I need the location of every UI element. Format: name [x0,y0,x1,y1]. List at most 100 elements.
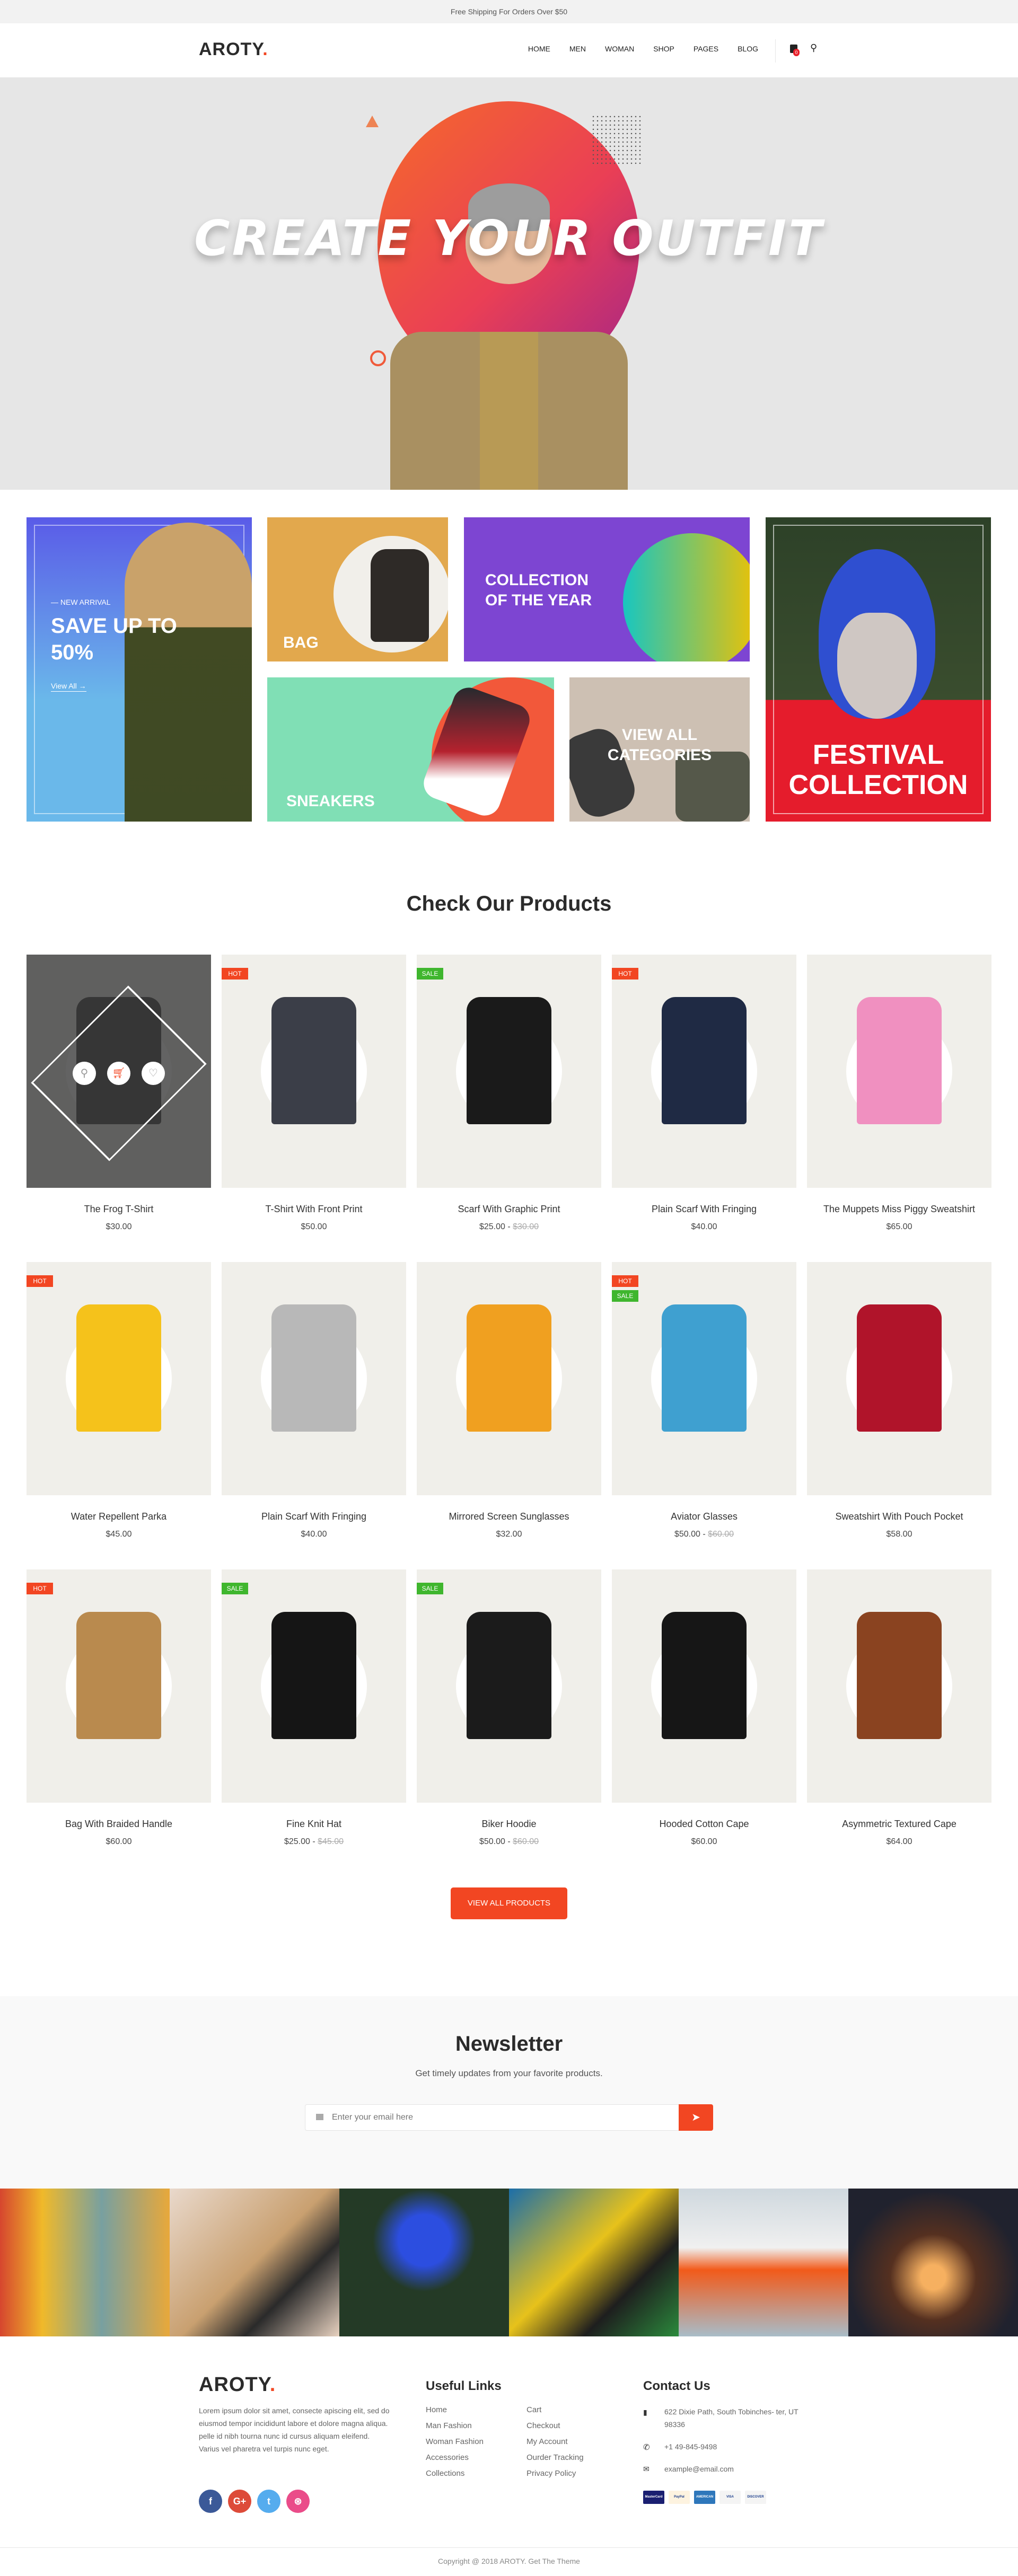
product-name[interactable]: Aviator Glasses [612,1511,796,1522]
social-links: f G+ t ⊛ [199,2490,310,2513]
footer-link[interactable]: My Account [526,2437,584,2453]
product-image[interactable]: HOT [222,955,406,1188]
product-image[interactable]: HOT [27,1569,211,1803]
banner-sneakers[interactable]: SNEAKERS [267,677,554,822]
product-name[interactable]: Fine Knit Hat [222,1819,406,1830]
product-image[interactable] [807,1262,991,1495]
banner-festival[interactable]: FESTIVAL COLLECTION [766,517,991,822]
product-photo [271,997,356,1124]
twitter-icon[interactable]: t [257,2490,280,2513]
cart-count-badge: 0 [793,49,800,56]
product-card[interactable]: HOT Water Repellent Parka $45.00 [27,1262,211,1539]
logo[interactable]: AROTY. [199,39,268,60]
contact-phone: +1 49-845-9498 [664,2442,717,2451]
product-card[interactable]: Mirrored Screen Sunglasses $32.00 [417,1262,601,1539]
product-card[interactable]: ⚲ 🛒︎ ♡ The Frog T-Shirt $30.00 [27,955,211,1232]
footer-link[interactable]: Accessories [426,2453,484,2469]
product-card[interactable]: Plain Scarf With Fringing $40.00 [222,1262,406,1539]
banner-categories[interactable]: VIEW ALL CATEGORIES [569,677,750,822]
product-name[interactable]: Plain Scarf With Fringing [612,1204,796,1215]
product-image[interactable] [612,1569,796,1803]
insta-image[interactable] [0,2189,170,2336]
email-input[interactable] [332,2105,650,2130]
product-card[interactable]: HOT T-Shirt With Front Print $50.00 [222,955,406,1232]
product-image[interactable]: HOT SALE [612,1262,796,1495]
view-all-link[interactable]: View All → [51,682,86,692]
footer-link[interactable]: Collections [426,2469,484,2485]
footer-link[interactable]: Home [426,2405,484,2421]
contact-email: example@email.com [664,2465,734,2473]
insta-image[interactable] [679,2189,848,2336]
product-card[interactable]: SALE Biker Hoodie $50.00 - $60.00 [417,1569,601,1847]
product-name[interactable]: Asymmetric Textured Cape [807,1819,991,1830]
facebook-icon[interactable]: f [199,2490,222,2513]
product-photo [76,1612,161,1739]
product-card[interactable]: HOT Plain Scarf With Fringing $40.00 [612,955,796,1232]
product-name[interactable]: T-Shirt With Front Print [222,1204,406,1215]
banner-bag[interactable]: BAG [267,517,448,661]
product-image[interactable]: SALE [222,1569,406,1803]
product-image[interactable]: SALE [417,1569,601,1803]
view-all-products-button[interactable]: VIEW ALL PRODUCTS [451,1887,567,1919]
insta-image[interactable] [339,2189,509,2336]
banner-new-arrival[interactable]: — NEW ARRIVAL SAVE UP TO 50% View All → [27,517,252,822]
product-card[interactable]: Sweatshirt With Pouch Pocket $58.00 [807,1262,991,1539]
product-name[interactable]: Water Repellent Parka [27,1511,211,1522]
product-card[interactable]: HOT SALE Aviator Glasses $50.00 - $60.00 [612,1262,796,1539]
dribbble-icon[interactable]: ⊛ [286,2490,310,2513]
google-plus-icon[interactable]: G+ [228,2490,251,2513]
product-name[interactable]: Sweatshirt With Pouch Pocket [807,1511,991,1522]
insta-image[interactable] [848,2189,1018,2336]
cart-icon[interactable]: 0 [790,45,800,56]
product-name[interactable]: Biker Hoodie [417,1819,601,1830]
product-image[interactable] [807,955,991,1188]
nav-men[interactable]: MEN [569,45,586,53]
product-price: $50.00 - $60.00 [479,1837,539,1846]
links-column-2: Cart Checkout My Account Ourder Tracking Pri… [526,2405,584,2485]
product-image[interactable]: SALE [417,955,601,1188]
footer-link[interactable]: Privacy Policy [526,2469,584,2485]
product-image[interactable]: HOT [612,955,796,1188]
send-icon[interactable]: ➤ [679,2104,713,2131]
product-card[interactable]: The Muppets Miss Piggy Sweatshirt $65.00 [807,955,991,1232]
product-name[interactable]: The Frog T-Shirt [27,1204,211,1215]
current-price: $50.00 [674,1530,700,1539]
product-image[interactable]: ⚲ 🛒︎ ♡ [27,955,211,1188]
product-name[interactable]: Scarf With Graphic Print [417,1204,601,1215]
product-card[interactable]: Asymmetric Textured Cape $64.00 [807,1569,991,1847]
nav-woman[interactable]: WOMAN [605,45,634,53]
nav-home[interactable]: HOME [528,45,550,53]
nav-blog[interactable]: BLOG [738,45,758,53]
footer-link[interactable]: Woman Fashion [426,2437,484,2453]
product-image[interactable]: HOT [27,1262,211,1495]
current-price: $50.00 [301,1222,327,1231]
search-icon[interactable]: ⚲ [810,42,817,54]
ring-decor [370,350,386,366]
product-name[interactable]: Bag With Braided Handle [27,1819,211,1830]
product-card[interactable]: Hooded Cotton Cape $60.00 [612,1569,796,1847]
product-image[interactable] [807,1569,991,1803]
footer-link[interactable]: Ourder Tracking [526,2453,584,2469]
footer-link[interactable]: Cart [526,2405,584,2421]
quick-view-icon[interactable]: ⚲ [73,1062,96,1085]
footer-link[interactable]: Man Fashion [426,2421,484,2437]
add-to-cart-icon[interactable]: 🛒︎ [107,1062,130,1085]
insta-image[interactable] [509,2189,679,2336]
hero-banner: CREATE YOUR OUTFIT [0,77,1018,490]
product-image[interactable] [222,1262,406,1495]
banner-collection[interactable]: COLLECTION OF THE YEAR [464,517,750,661]
wishlist-heart-icon[interactable]: ♡ [142,1062,165,1085]
product-card[interactable]: SALE Fine Knit Hat $25.00 - $45.00 [222,1569,406,1847]
product-name[interactable]: Plain Scarf With Fringing [222,1511,406,1522]
footer-logo[interactable]: AROTY. [199,2374,276,2396]
product-card[interactable]: SALE Scarf With Graphic Print $25.00 - $3… [417,955,601,1232]
product-card[interactable]: HOT Bag With Braided Handle $60.00 [27,1569,211,1847]
nav-pages[interactable]: PAGES [694,45,718,53]
product-name[interactable]: Mirrored Screen Sunglasses [417,1511,601,1522]
insta-image[interactable] [170,2189,339,2336]
footer-link[interactable]: Checkout [526,2421,584,2437]
product-name[interactable]: The Muppets Miss Piggy Sweatshirt [807,1204,991,1215]
product-image[interactable] [417,1262,601,1495]
product-name[interactable]: Hooded Cotton Cape [612,1819,796,1830]
nav-shop[interactable]: SHOP [653,45,674,53]
